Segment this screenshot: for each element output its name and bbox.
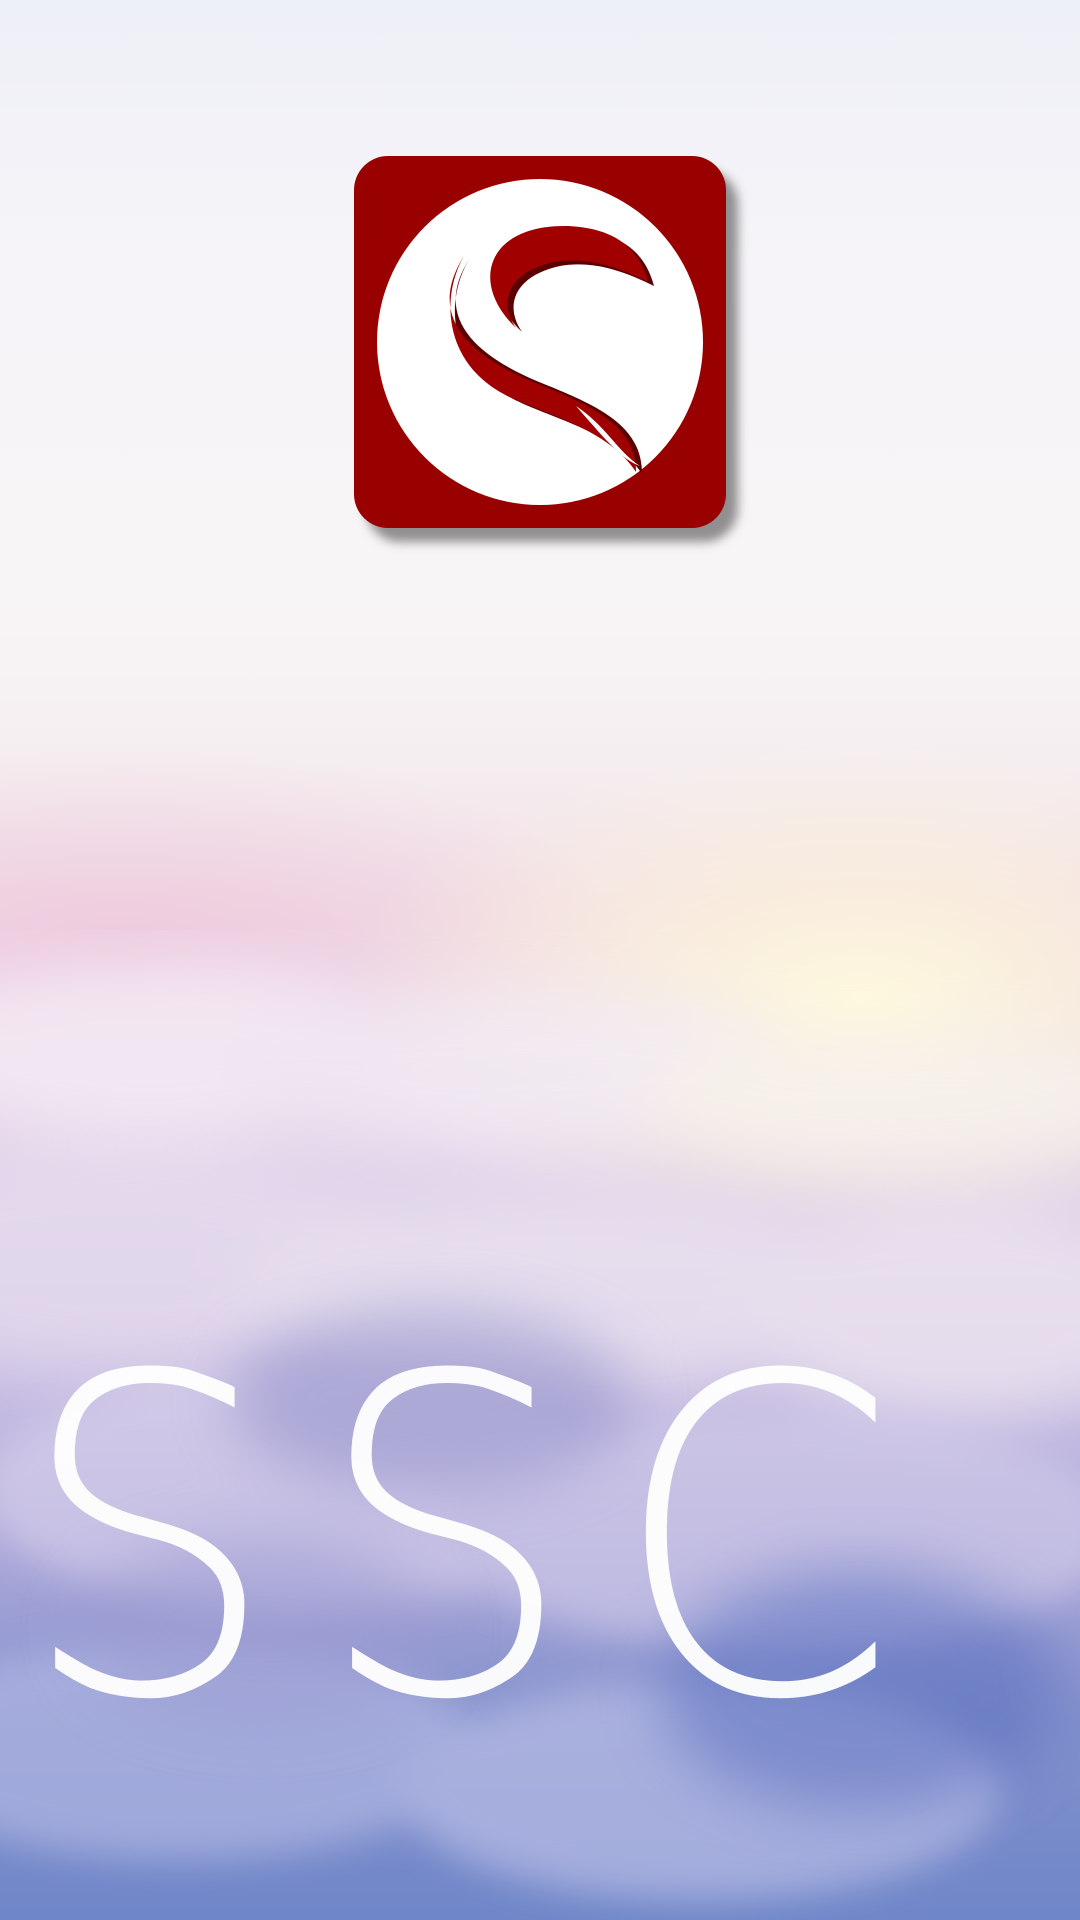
- brand-wordmark: SSC: [18, 1284, 935, 1796]
- splash-screen: SSC: [0, 0, 1080, 1920]
- ssc-s-logo-icon: [354, 156, 726, 528]
